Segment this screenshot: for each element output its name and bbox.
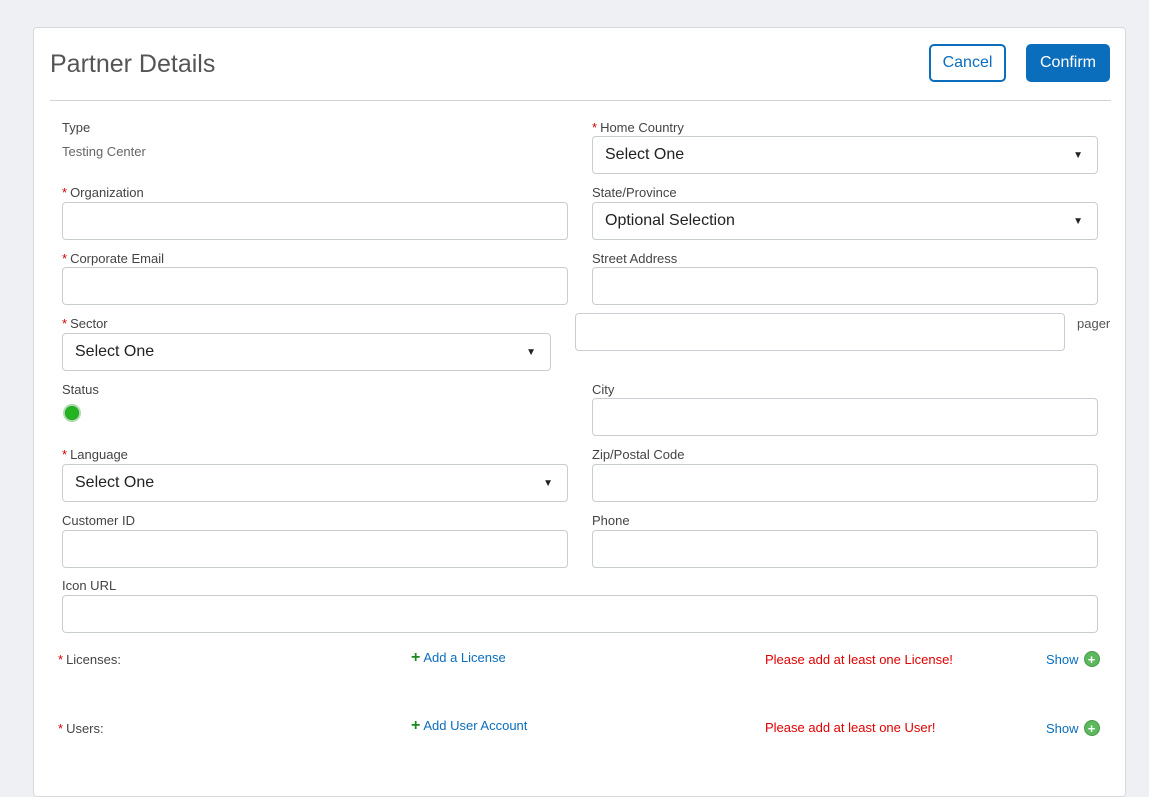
customer-id-input[interactable]	[62, 530, 568, 568]
caret-down-icon: ▼	[1073, 150, 1083, 161]
customer-id-label: Customer ID	[62, 513, 135, 528]
licenses-show-button[interactable]: Show +	[1046, 651, 1100, 667]
language-selected-value: Select One	[75, 474, 155, 491]
language-select[interactable]: Select One ▼	[62, 464, 568, 502]
icon-url-input[interactable]	[62, 595, 1098, 633]
type-value: Testing Center	[62, 144, 146, 159]
page-title: Partner Details	[50, 50, 216, 78]
language-label: * Language	[62, 447, 128, 462]
city-input[interactable]	[592, 398, 1098, 436]
caret-down-icon: ▼	[1073, 216, 1083, 227]
required-marker: *	[58, 652, 64, 667]
plus-circle-icon: +	[1083, 720, 1100, 736]
cancel-button[interactable]: Cancel	[929, 44, 1006, 82]
caret-down-icon: ▼	[526, 347, 536, 358]
sector-selected-value: Select One	[75, 343, 155, 360]
required-marker: *	[592, 120, 598, 135]
pager-label: pager	[1077, 316, 1111, 331]
sector-label: * Sector	[62, 316, 108, 331]
zip-label: Zip/Postal Code	[592, 447, 685, 462]
add-user-account-link[interactable]: + Add User Account	[411, 717, 527, 735]
users-show-button[interactable]: Show +	[1046, 720, 1100, 736]
home-country-label: * Home Country	[592, 120, 684, 135]
phone-label: Phone	[592, 513, 630, 528]
add-license-link[interactable]: + Add a License	[411, 649, 506, 667]
licenses-label: * Licenses:	[58, 652, 121, 667]
phone-input[interactable]	[592, 530, 1098, 568]
home-country-selected-value: Select One	[605, 146, 685, 163]
state-province-selected-value: Optional Selection	[605, 212, 735, 229]
street-address-2-input[interactable]	[575, 313, 1065, 351]
organization-label: * Organization	[62, 185, 144, 200]
plus-icon: +	[411, 649, 421, 666]
corporate-email-input[interactable]	[62, 267, 568, 305]
zip-input[interactable]	[592, 464, 1098, 502]
confirm-button[interactable]: Confirm	[1026, 44, 1110, 82]
city-label: City	[592, 382, 615, 397]
partner-details-panel: Partner Details Cancel Confirm Type Test…	[33, 27, 1126, 797]
caret-down-icon: ▼	[543, 478, 553, 489]
plus-circle-icon: +	[1083, 651, 1100, 667]
organization-input[interactable]	[62, 202, 568, 240]
state-province-label: State/Province	[592, 185, 677, 200]
required-marker: *	[62, 185, 68, 200]
users-warning: Please add at least one User!	[765, 720, 936, 735]
required-marker: *	[62, 316, 68, 331]
icon-url-label: Icon URL	[62, 578, 117, 593]
users-label: * Users:	[58, 721, 104, 736]
status-indicator-icon	[63, 404, 81, 422]
licenses-warning: Please add at least one License!	[765, 652, 953, 667]
required-marker: *	[62, 447, 68, 462]
required-marker: *	[58, 721, 64, 736]
corporate-email-label: * Corporate Email	[62, 251, 164, 266]
state-province-select[interactable]: Optional Selection ▼	[592, 202, 1098, 240]
status-label: Status	[62, 382, 99, 397]
plus-icon: +	[411, 717, 421, 734]
street-address-label: Street Address	[592, 251, 678, 266]
type-label: Type	[62, 120, 91, 135]
header-divider	[50, 100, 1111, 101]
sector-select[interactable]: Select One ▼	[62, 333, 551, 371]
required-marker: *	[62, 251, 68, 266]
home-country-select[interactable]: Select One ▼	[592, 136, 1098, 174]
street-address-input[interactable]	[592, 267, 1098, 305]
